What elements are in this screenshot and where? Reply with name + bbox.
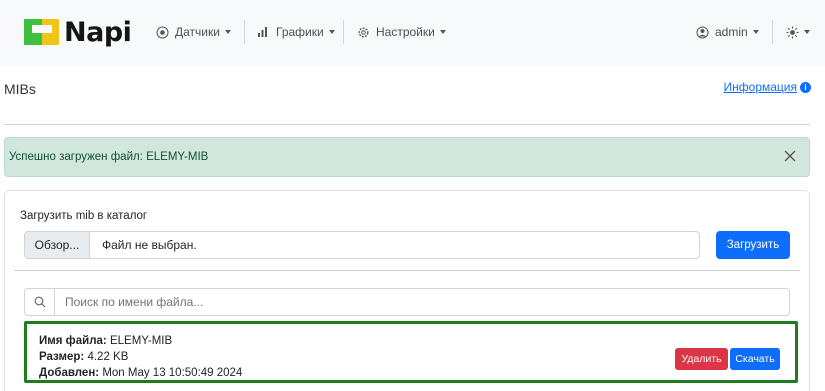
search-icon	[25, 289, 55, 315]
brand[interactable]: Napi	[24, 14, 132, 50]
nav-charts[interactable]: Графики	[256, 22, 335, 42]
nav-divider	[244, 20, 245, 44]
chevron-down-icon	[439, 30, 446, 34]
nav-sensors[interactable]: Датчики	[155, 22, 231, 42]
file-name-value: ELEMY-MIB	[109, 335, 173, 347]
chevron-down-icon	[752, 30, 759, 34]
divider	[4, 124, 810, 125]
chevron-down-icon	[224, 30, 231, 34]
user-circle-icon	[695, 25, 709, 39]
gear-icon	[356, 25, 370, 39]
search-field[interactable]: Поиск по имени файла...	[24, 288, 790, 316]
file-name-line: Имя файла: ELEMY-MIB	[39, 335, 172, 347]
sensor-icon	[155, 25, 169, 39]
nav-settings[interactable]: Настройки	[356, 22, 446, 42]
delete-button[interactable]: Удалить	[675, 348, 728, 370]
info-icon: i	[800, 81, 811, 93]
sun-icon	[785, 25, 799, 39]
file-size-value: 4.22 KB	[87, 351, 129, 363]
nav-charts-label: Графики	[276, 25, 324, 39]
brand-name: Napi	[64, 16, 132, 48]
nav-sensors-label: Датчики	[175, 25, 220, 39]
file-added-line: Добавлен: Mon May 13 10:50:49 2024	[39, 367, 242, 379]
user-menu[interactable]: admin	[695, 22, 759, 42]
navbar: Napi Датчики Графики Настройки admin	[0, 0, 825, 66]
chevron-down-icon	[328, 30, 335, 34]
file-status: Файл не выбран.	[102, 238, 197, 252]
file-added-value: Mon May 13 10:50:49 2024	[102, 367, 243, 379]
download-button[interactable]: Скачать	[730, 348, 780, 370]
file-input[interactable]: Обзор... Файл не выбран.	[24, 231, 700, 259]
user-menu-label: admin	[715, 25, 748, 39]
info-link[interactable]: Информация i	[724, 80, 811, 94]
alert-message: Успешно загружен файл: ELEMY-MIB	[9, 151, 209, 163]
page-title: MIBs	[4, 81, 36, 97]
chevron-down-icon	[804, 30, 810, 34]
nav-divider	[772, 20, 773, 44]
upload-button[interactable]: Загрузить	[716, 231, 790, 259]
chart-icon	[256, 25, 270, 39]
info-link-label: Информация	[723, 80, 797, 94]
theme-toggle[interactable]	[785, 22, 810, 42]
napi-logo-icon	[24, 19, 60, 45]
file-size-label: Размер:	[39, 351, 85, 363]
file-name-label: Имя файла:	[39, 335, 107, 347]
search-input[interactable]: Поиск по имени файла...	[55, 295, 203, 309]
file-size-line: Размер: 4.22 KB	[39, 351, 128, 363]
success-alert: Успешно загружен файл: ELEMY-MIB	[4, 137, 810, 177]
nav-divider	[343, 20, 344, 44]
nav-settings-label: Настройки	[376, 25, 435, 39]
divider	[14, 270, 800, 271]
upload-label: Загрузить mib в каталог	[20, 210, 148, 222]
mib-file-item: Имя файла: ELEMY-MIB Размер: 4.22 KB Доб…	[24, 321, 798, 383]
close-icon[interactable]	[783, 149, 797, 163]
file-added-label: Добавлен:	[39, 367, 100, 379]
browse-button[interactable]: Обзор...	[25, 232, 90, 258]
